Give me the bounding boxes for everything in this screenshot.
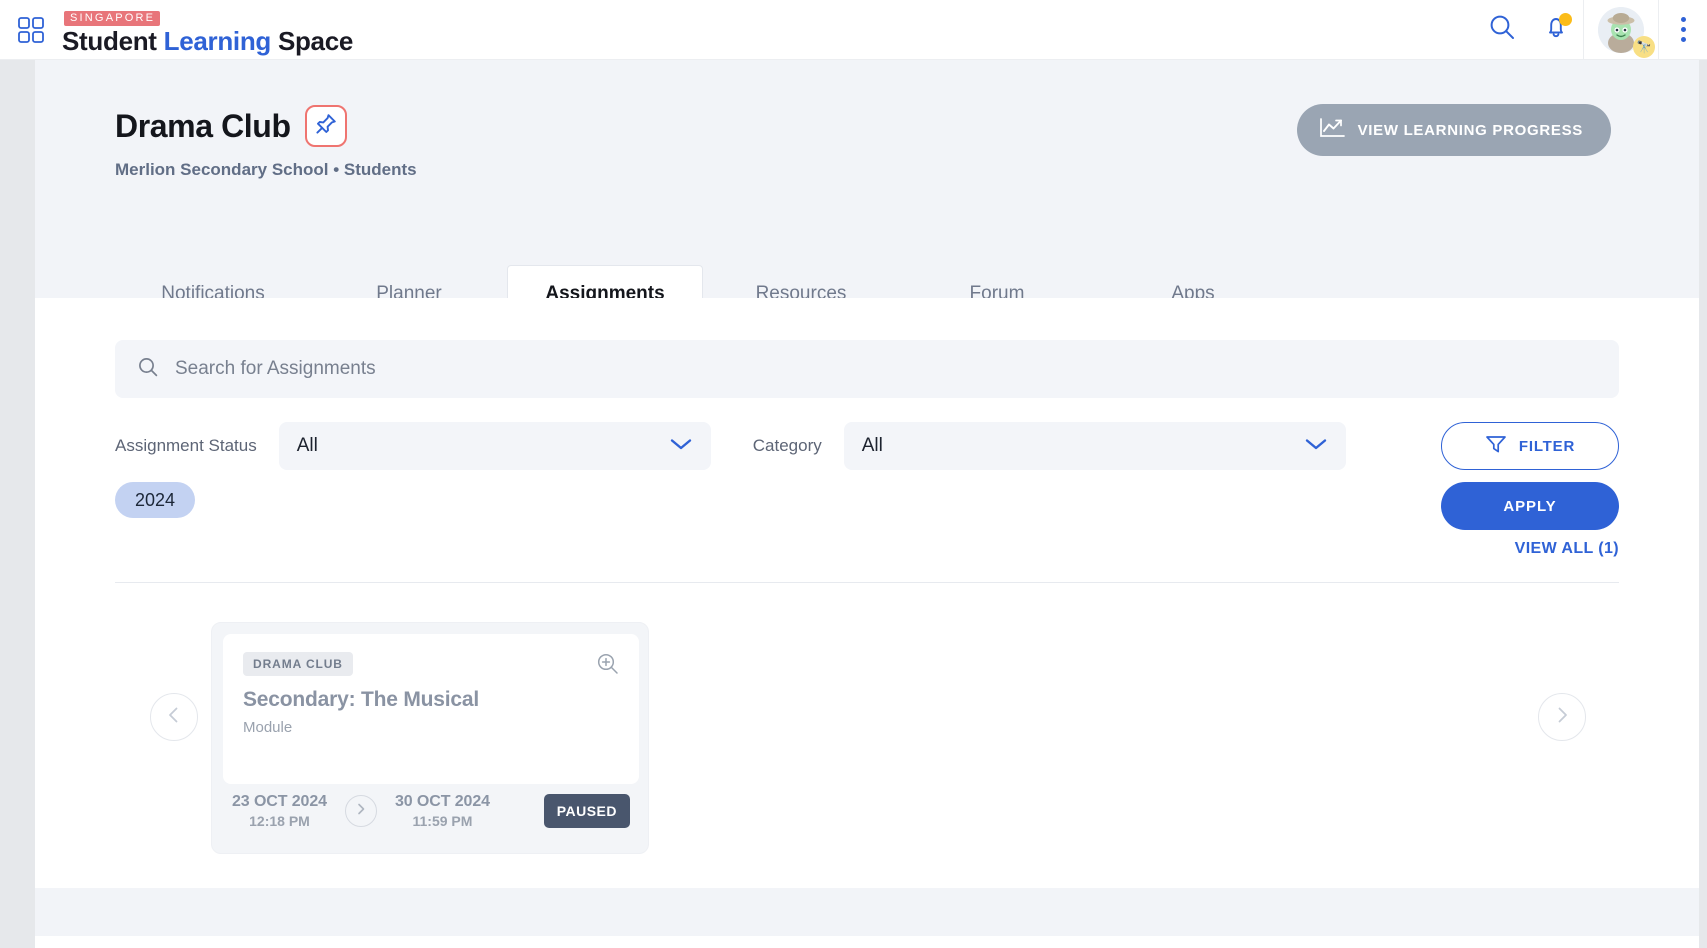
section-divider [115, 582, 1619, 583]
chevron-down-icon [669, 435, 693, 457]
page-footer-space [35, 888, 1699, 936]
assignment-card-body: DRAMA CLUB Secondary: The Musical Module [223, 634, 639, 784]
logo-word-student: Student [62, 25, 157, 56]
assignment-end-date: 30 OCT 2024 [394, 793, 490, 810]
logo-word-space: Space [277, 25, 354, 56]
search-button[interactable] [1475, 0, 1529, 60]
assignment-start-time: 12:18 PM [249, 813, 310, 829]
apply-button[interactable]: APPLY [1441, 482, 1619, 530]
assignment-status-value: All [296, 435, 318, 456]
avatar-button[interactable]: 🔭 [1583, 0, 1659, 60]
zoom-in-icon[interactable] [595, 651, 621, 682]
search-icon [137, 356, 159, 383]
carousel-prev-button[interactable] [150, 693, 198, 741]
status-badge: PAUSED [543, 794, 630, 828]
right-page-margin [1699, 60, 1707, 936]
page-title: Drama Club [115, 107, 291, 144]
left-page-margin [0, 60, 35, 936]
assignment-title: Secondary: The Musical [243, 688, 480, 711]
assignment-start: 23 OCT 2024 12:18 PM [232, 793, 327, 829]
chevron-right-icon [354, 802, 368, 821]
view-all-link[interactable]: VIEW ALL (1) [1515, 540, 1619, 558]
logo-singapore-tag: SINGAPORE [64, 10, 161, 26]
notification-badge-dot [1559, 12, 1572, 26]
app-logo[interactable]: SINGAPORE Student Learning Space [62, 4, 353, 56]
pin-button[interactable] [304, 105, 347, 147]
assignment-status-label: Assignment Status [115, 436, 257, 455]
page-header: Drama Club Merlion Secondary School • St… [35, 60, 1699, 327]
logo-wordmark: Student Learning Space [62, 26, 353, 56]
avatar-binoculars-badge-icon: 🔭 [1633, 35, 1655, 58]
search-assignments-bar[interactable] [115, 340, 1619, 398]
category-select[interactable]: All [843, 422, 1346, 470]
chevron-right-icon [1553, 706, 1571, 729]
assignment-end: 30 OCT 2024 11:59 PM [395, 793, 490, 829]
top-navigation-bar: SINGAPORE Student Learning Space 🔭 [0, 0, 1707, 60]
line-chart-icon [1319, 117, 1345, 143]
carousel-next-button[interactable] [1538, 693, 1586, 741]
funnel-icon [1485, 434, 1507, 458]
chevron-left-icon [165, 706, 183, 729]
assignment-class-badge: DRAMA CLUB [243, 652, 353, 676]
kebab-menu-icon[interactable] [1659, 0, 1707, 60]
grid-apps-icon[interactable] [16, 15, 46, 45]
assignment-card[interactable]: DRAMA CLUB Secondary: The Musical Module [211, 622, 649, 854]
category-label: Category [752, 436, 822, 455]
assignment-card-footer: 23 OCT 2024 12:18 PM 30 OCT 2024 11:59 P… [212, 783, 650, 839]
chevron-down-icon [1304, 435, 1328, 457]
assignment-status-select[interactable]: All [278, 422, 711, 470]
filter-row: Assignment Status All Category All FILTE… [115, 422, 1619, 470]
assignment-start-date: 23 OCT 2024 [232, 793, 327, 810]
assignment-end-time: 11:59 PM [412, 813, 473, 829]
title-row: Drama Club [115, 105, 347, 147]
date-range-arrow [344, 795, 377, 827]
notifications-button[interactable] [1529, 0, 1583, 60]
filter-button-label: FILTER [1518, 437, 1576, 455]
assignment-type: Module [243, 719, 293, 736]
pin-icon [314, 112, 338, 141]
assignments-carousel: DRAMA CLUB Secondary: The Musical Module [115, 598, 1619, 898]
filter-button[interactable]: FILTER [1441, 422, 1619, 470]
search-input[interactable] [175, 358, 1597, 380]
view-learning-progress-button[interactable]: VIEW LEARNING PROGRESS [1296, 104, 1611, 156]
topbar-actions: 🔭 [1475, 0, 1707, 60]
view-learning-progress-label: VIEW LEARNING PROGRESS [1357, 121, 1583, 139]
search-icon [1487, 12, 1517, 47]
logo-word-learning: Learning [163, 25, 272, 56]
page-subtitle: Merlion Secondary School • Students [115, 160, 417, 179]
year-filter-chip[interactable]: 2024 [115, 482, 196, 518]
page-container: Drama Club Merlion Secondary School • St… [35, 60, 1699, 948]
year-filter-label: 2024 [135, 489, 176, 510]
assignments-panel: Assignment Status All Category All [35, 298, 1699, 948]
category-value: All [861, 435, 883, 456]
